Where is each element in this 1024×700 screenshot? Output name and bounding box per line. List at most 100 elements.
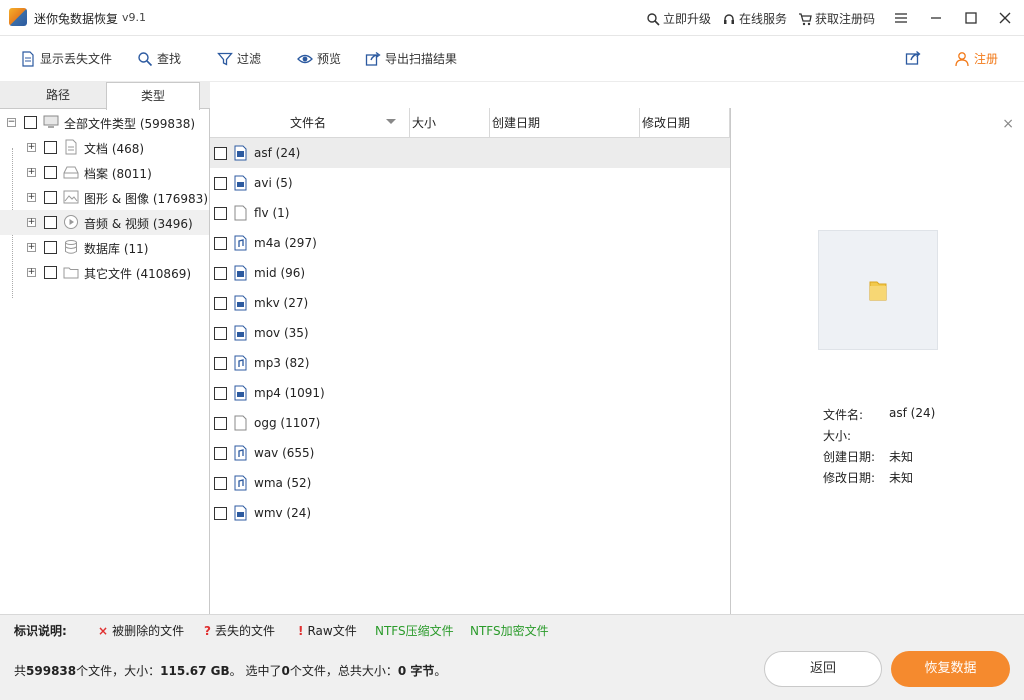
file-checkbox[interactable] bbox=[214, 507, 227, 520]
file-row[interactable]: mkv (27) bbox=[210, 288, 730, 318]
export-scan-results-button[interactable]: 导出扫描结果 bbox=[365, 50, 457, 67]
file-checkbox[interactable] bbox=[214, 417, 227, 430]
legend-ntfs-encrypted: NTFS加密文件 bbox=[470, 624, 549, 638]
tree-root[interactable]: − 全部文件类型 (599838) bbox=[0, 110, 209, 135]
file-row[interactable]: avi (5) bbox=[210, 168, 730, 198]
filter-button[interactable]: 过滤 bbox=[217, 50, 261, 67]
tree-item-checkbox[interactable] bbox=[44, 191, 57, 204]
filter-icon bbox=[217, 52, 233, 66]
tree-item-archives[interactable]: + 档案 (8011) bbox=[0, 160, 209, 185]
file-label: m4a (297) bbox=[254, 236, 317, 250]
column-created-label: 创建日期 bbox=[492, 116, 541, 130]
file-row[interactable]: mp4 (1091) bbox=[210, 378, 730, 408]
status-bar: 共599838个文件，大小：115.67 GB。 选中了0个文件，总共大小：0 … bbox=[0, 642, 1024, 700]
find-button[interactable]: 查找 bbox=[137, 50, 181, 67]
share-button[interactable] bbox=[905, 50, 921, 66]
register-button[interactable]: 注册 bbox=[954, 50, 998, 67]
file-label: wmv (24) bbox=[254, 506, 312, 520]
back-button[interactable]: 返回 bbox=[764, 651, 882, 687]
upgrade-link[interactable]: 立即升级 bbox=[646, 10, 711, 27]
file-checkbox[interactable] bbox=[214, 477, 227, 490]
user-icon bbox=[955, 51, 969, 66]
tree-item-label: 图形 & 图像 (176983) bbox=[84, 192, 208, 206]
file-checkbox[interactable] bbox=[214, 177, 227, 190]
tree-item-graphics[interactable]: + 图形 & 图像 (176983) bbox=[0, 185, 209, 210]
tree-item-other-files[interactable]: + 其它文件 (410869) bbox=[0, 260, 209, 285]
column-created[interactable]: 创建日期 bbox=[490, 108, 640, 138]
tree-item-checkbox[interactable] bbox=[44, 266, 57, 279]
expand-toggle[interactable]: + bbox=[27, 193, 36, 202]
file-row[interactable]: ogg (1107) bbox=[210, 408, 730, 438]
lost-mark-icon: ? bbox=[204, 624, 211, 638]
tab-path[interactable]: 路径 bbox=[11, 82, 105, 109]
file-row[interactable]: wav (655) bbox=[210, 438, 730, 468]
tree-item-label: 其它文件 (410869) bbox=[84, 267, 192, 281]
maximize-icon bbox=[965, 12, 977, 24]
file-row[interactable]: m4a (297) bbox=[210, 228, 730, 258]
sort-descending-icon bbox=[386, 119, 396, 124]
file-row[interactable]: asf (24) bbox=[210, 138, 730, 168]
view-tabs: 路径 类型 bbox=[0, 82, 210, 110]
expand-toggle[interactable]: + bbox=[27, 218, 36, 227]
minimize-button[interactable] bbox=[926, 8, 946, 28]
expand-toggle[interactable]: + bbox=[27, 243, 36, 252]
tree-root-checkbox[interactable] bbox=[24, 116, 37, 129]
eye-icon bbox=[297, 54, 313, 63]
file-checkbox[interactable] bbox=[214, 297, 227, 310]
image-icon bbox=[63, 190, 79, 204]
file-row[interactable]: mid (96) bbox=[210, 258, 730, 288]
menu-button[interactable] bbox=[891, 8, 911, 28]
info-created-label: 创建日期: bbox=[823, 450, 876, 464]
tree-item-checkbox[interactable] bbox=[44, 141, 57, 154]
tab-type[interactable]: 类型 bbox=[106, 82, 200, 110]
preview-button[interactable]: 预览 bbox=[297, 50, 341, 67]
file-checkbox[interactable] bbox=[214, 327, 227, 340]
file-checkbox[interactable] bbox=[214, 207, 227, 220]
column-name-label: 文件名 bbox=[290, 116, 327, 130]
file-label: ogg (1107) bbox=[254, 416, 321, 430]
tree-item-checkbox[interactable] bbox=[44, 216, 57, 229]
tree-item-checkbox[interactable] bbox=[44, 166, 57, 179]
file-checkbox[interactable] bbox=[214, 147, 227, 160]
info-name-label: 文件名: bbox=[823, 408, 864, 422]
column-size[interactable]: 大小 bbox=[410, 108, 490, 138]
tree-item-audio-video[interactable]: + 音频 & 视频 (3496) bbox=[0, 210, 209, 235]
online-service-label: 在线服务 bbox=[739, 12, 788, 26]
file-row[interactable]: wmv (24) bbox=[210, 498, 730, 528]
maximize-button[interactable] bbox=[961, 8, 981, 28]
file-label: mp4 (1091) bbox=[254, 386, 325, 400]
file-row[interactable]: wma (52) bbox=[210, 468, 730, 498]
file-label: flv (1) bbox=[254, 206, 290, 220]
file-label: mkv (27) bbox=[254, 296, 309, 310]
file-checkbox[interactable] bbox=[214, 237, 227, 250]
show-lost-files-button[interactable]: 显示丢失文件 bbox=[20, 50, 112, 67]
online-service-link[interactable]: 在线服务 bbox=[722, 10, 787, 27]
info-modified-label: 修改日期: bbox=[823, 471, 876, 485]
file-row[interactable]: mp3 (82) bbox=[210, 348, 730, 378]
legend-lost: ? 丢失的文件 bbox=[204, 624, 275, 638]
left-panel: 路径 类型 − 全部文件类型 (599838) + 文档 (468) + 档案 … bbox=[0, 82, 210, 614]
file-checkbox[interactable] bbox=[214, 387, 227, 400]
file-checkbox[interactable] bbox=[214, 357, 227, 370]
file-row[interactable]: mov (35) bbox=[210, 318, 730, 348]
tree-item-database[interactable]: + 数据库 (11) bbox=[0, 235, 209, 260]
tree-item-documents[interactable]: + 文档 (468) bbox=[0, 135, 209, 160]
get-register-code-link[interactable]: 获取注册码 bbox=[798, 10, 875, 27]
close-button[interactable] bbox=[995, 8, 1015, 28]
recover-data-button[interactable]: 恢复数据 bbox=[891, 651, 1010, 687]
column-name[interactable]: 文件名 bbox=[210, 108, 410, 138]
expand-toggle[interactable]: + bbox=[27, 168, 36, 177]
expand-toggle[interactable]: + bbox=[27, 268, 36, 277]
file-checkbox[interactable] bbox=[214, 267, 227, 280]
hamburger-icon bbox=[895, 13, 907, 23]
expand-toggle[interactable]: + bbox=[27, 143, 36, 152]
tree-item-checkbox[interactable] bbox=[44, 241, 57, 254]
app-version: v9.1 bbox=[122, 11, 147, 24]
toolbar: 显示丢失文件 查找 过滤 预览 导出扫描结果 注册 bbox=[0, 36, 1024, 82]
close-preview-button[interactable]: × bbox=[1002, 116, 1014, 132]
collapse-toggle[interactable]: − bbox=[7, 118, 16, 127]
column-modified[interactable]: 修改日期 bbox=[640, 108, 730, 138]
file-checkbox[interactable] bbox=[214, 447, 227, 460]
file-label: wma (52) bbox=[254, 476, 312, 490]
file-row[interactable]: flv (1) bbox=[210, 198, 730, 228]
